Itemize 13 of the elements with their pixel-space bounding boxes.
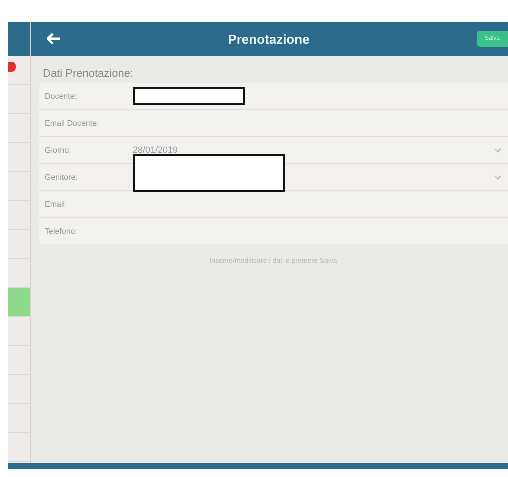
chevron-down-icon[interactable] <box>494 148 502 152</box>
field-label: Genitore: <box>45 172 79 182</box>
notification-badge <box>8 62 16 72</box>
back-arrow-icon[interactable] <box>47 33 61 45</box>
field-value[interactable]: 28/01/2019 <box>133 145 178 155</box>
field-label: Email: <box>45 200 68 208</box>
field-label: Email Docente: <box>45 118 100 128</box>
screen-title: Prenotazione <box>227 32 311 46</box>
field-label: Giorno: <box>45 146 72 154</box>
section-title: Dati Prenotazione: <box>43 68 134 80</box>
field-label: Telefono: <box>45 226 78 236</box>
chevron-down-icon[interactable] <box>494 174 502 180</box>
field-label: Docente: <box>45 92 78 100</box>
